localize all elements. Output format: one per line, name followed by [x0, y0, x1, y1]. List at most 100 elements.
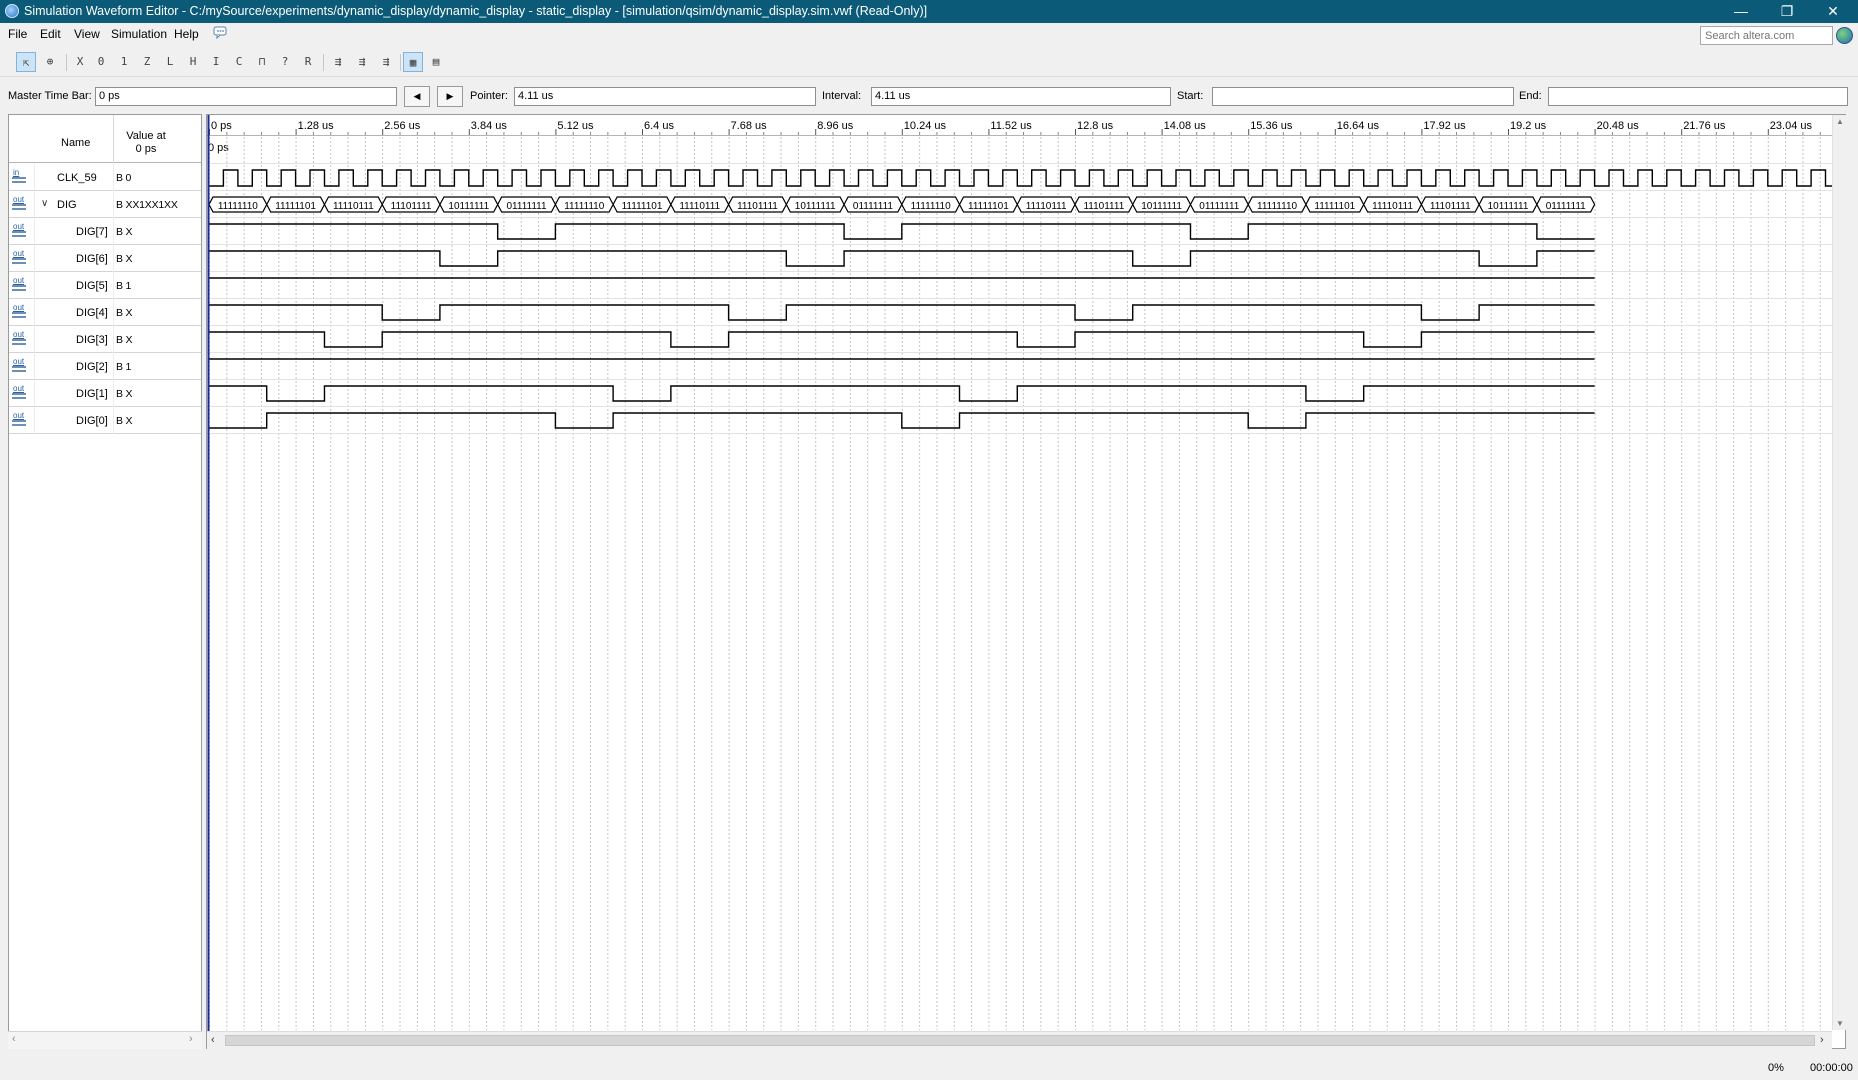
dig-bus-value: 01111111	[507, 201, 547, 212]
signal-value: B 0	[116, 172, 132, 184]
scroll-right-icon[interactable]: ›	[1820, 1034, 1824, 1046]
start-label: Start:	[1177, 90, 1204, 102]
signal-name-panel: Name Value at 0 ps in CLK_59 B 0 out ∨ DIG B X…	[8, 114, 202, 1049]
dig-bus-value: 11111110	[218, 201, 258, 212]
value-column-header[interactable]: Value at 0 ps	[116, 130, 176, 156]
column-divider	[113, 326, 114, 353]
force-unknown-icon[interactable]: X	[70, 52, 90, 72]
previous-transition-button[interactable]: ◀	[404, 86, 430, 107]
dont-care-icon[interactable]: R	[298, 52, 318, 72]
menu-simulation[interactable]: Simulation	[111, 27, 167, 41]
signal-row[interactable]: out DIG[2] B 1	[9, 353, 201, 380]
dig-bus-value: 10111111	[448, 201, 489, 212]
force-high-impedance-icon[interactable]: Z	[137, 52, 157, 72]
menu-bar: File Edit View Simulation Help	[0, 23, 1858, 45]
signal-row[interactable]: out DIG[0] B X	[9, 407, 201, 434]
waveform-vertical-scrollbar[interactable]: ▲ ▼	[1832, 115, 1846, 1030]
generate-netlist-icon[interactable]: ⇶	[376, 52, 396, 72]
close-button[interactable]: ✕	[1810, 0, 1856, 23]
scroll-down-icon[interactable]: ▼	[1836, 1019, 1844, 1028]
signal-row[interactable]: out DIG[3] B X	[9, 326, 201, 353]
signal-name: DIG[7]	[76, 226, 108, 238]
menu-edit[interactable]: Edit	[40, 27, 61, 41]
waveform-panel[interactable]: 0 ps 1.28 us 2.56 us 3.84 us 5.12 us 6.4 us 7.…	[206, 114, 1846, 1049]
dig-bus-value: 10111111	[1488, 201, 1529, 212]
chevron-down-icon[interactable]: ∨	[41, 198, 48, 209]
overwrite-clock-icon[interactable]: ⊓	[252, 52, 272, 72]
signal-row[interactable]: out DIG[4] B X	[9, 299, 201, 326]
random-values-icon[interactable]: ?	[275, 52, 295, 72]
count-value-icon[interactable]: C	[229, 52, 249, 72]
signal-name: DIG[2]	[76, 361, 108, 373]
signal-value: B X	[116, 307, 133, 319]
scroll-right-icon[interactable]: ›	[189, 1033, 193, 1045]
dig-bus-value: 11111110	[911, 201, 951, 212]
time-bar: Master Time Bar: 0 ps ◀ ▶ Pointer: 4.11 …	[0, 84, 1858, 108]
dig-bus-value: 11111101	[1314, 201, 1355, 212]
scrollbar-thumb[interactable]	[225, 1035, 1815, 1046]
signal-value: B 1	[116, 280, 132, 292]
minimize-button[interactable]: —	[1718, 0, 1764, 23]
run-functional-simulation-icon[interactable]: ⇶	[328, 52, 348, 72]
pointer-field[interactable]: 4.11 us	[514, 87, 816, 106]
globe-icon[interactable]	[1836, 27, 1853, 44]
invert-icon[interactable]: I	[206, 52, 226, 72]
next-transition-button[interactable]: ▶	[437, 86, 463, 107]
name-column-header[interactable]: Name	[61, 137, 90, 149]
start-field[interactable]	[1212, 87, 1514, 106]
run-timing-simulation-icon[interactable]: ⇶	[352, 52, 372, 72]
column-divider	[113, 407, 114, 434]
title-bar: Simulation Waveform Editor - C:/mySource…	[0, 0, 1858, 23]
master-time-bar-label: Master Time Bar:	[8, 90, 92, 102]
master-time-bar-field[interactable]: 0 ps	[95, 87, 397, 106]
signal-row[interactable]: out ∨ DIG B XX1XX1XX	[9, 191, 201, 218]
out-port-icon: out	[11, 385, 28, 401]
scroll-up-icon[interactable]: ▲	[1836, 117, 1844, 126]
signal-row[interactable]: out DIG[7] B X	[9, 218, 201, 245]
name-panel-scrollbar[interactable]: ‹ ›	[8, 1031, 202, 1049]
time-tick-label: 12.8 us	[1077, 120, 1114, 132]
end-field[interactable]	[1548, 87, 1848, 106]
time-tick-label: 23.04 us	[1770, 120, 1813, 132]
selection-tool-icon[interactable]: ⇱	[16, 52, 36, 72]
dig-bus-value: 11111101	[622, 201, 663, 212]
menu-help[interactable]: Help	[174, 27, 199, 41]
signal-value: B X	[116, 253, 133, 265]
restore-button[interactable]: ❐	[1764, 0, 1810, 23]
row-divider	[34, 407, 35, 434]
signal-name: CLK_59	[57, 172, 97, 184]
force-low-icon[interactable]: 0	[91, 52, 111, 72]
time-tick-label: 6.4 us	[644, 120, 674, 132]
signal-row[interactable]: out DIG[6] B X	[9, 245, 201, 272]
force-weak-low-icon[interactable]: L	[160, 52, 180, 72]
scroll-left-icon[interactable]: ‹	[12, 1033, 16, 1045]
signal-value: B X	[116, 334, 133, 346]
time-tick-label: 7.68 us	[731, 120, 768, 132]
menu-file[interactable]: File	[8, 27, 27, 41]
waveform-horizontal-scrollbar[interactable]: ‹ ›	[207, 1031, 1832, 1049]
row-divider	[34, 164, 35, 191]
elapsed-time: 00:00:00	[1810, 1062, 1853, 1074]
window-title: Simulation Waveform Editor - C:/mySource…	[24, 4, 928, 18]
search-input[interactable]	[1700, 26, 1833, 45]
column-divider	[113, 245, 114, 272]
signal-row[interactable]: out DIG[1] B X	[9, 380, 201, 407]
snap-to-grid-icon[interactable]: ▦	[403, 52, 423, 72]
waveform-canvas[interactable]: 0 ps 1.28 us 2.56 us 3.84 us 5.12 us 6.4 us 7.…	[207, 115, 1846, 1049]
signal-value: B X	[116, 388, 133, 400]
signal-row[interactable]: in CLK_59 B 0	[9, 164, 201, 191]
column-divider	[113, 115, 114, 163]
whats-this-icon[interactable]	[213, 26, 228, 39]
scroll-left-icon[interactable]: ‹	[211, 1034, 215, 1046]
out-port-icon: out	[11, 358, 28, 374]
time-tick-label: 5.12 us	[557, 120, 594, 132]
dig-bus-value: 11101111	[737, 201, 778, 212]
force-weak-high-icon[interactable]: H	[183, 52, 203, 72]
interval-field[interactable]: 4.11 us	[871, 87, 1171, 106]
zoom-tool-icon[interactable]: ⊕	[40, 52, 60, 72]
grid-settings-icon[interactable]: ▤	[426, 52, 446, 72]
signal-row[interactable]: out DIG[5] B 1	[9, 272, 201, 299]
menu-view[interactable]: View	[74, 27, 100, 41]
row-divider	[34, 353, 35, 380]
force-high-icon[interactable]: 1	[114, 52, 134, 72]
